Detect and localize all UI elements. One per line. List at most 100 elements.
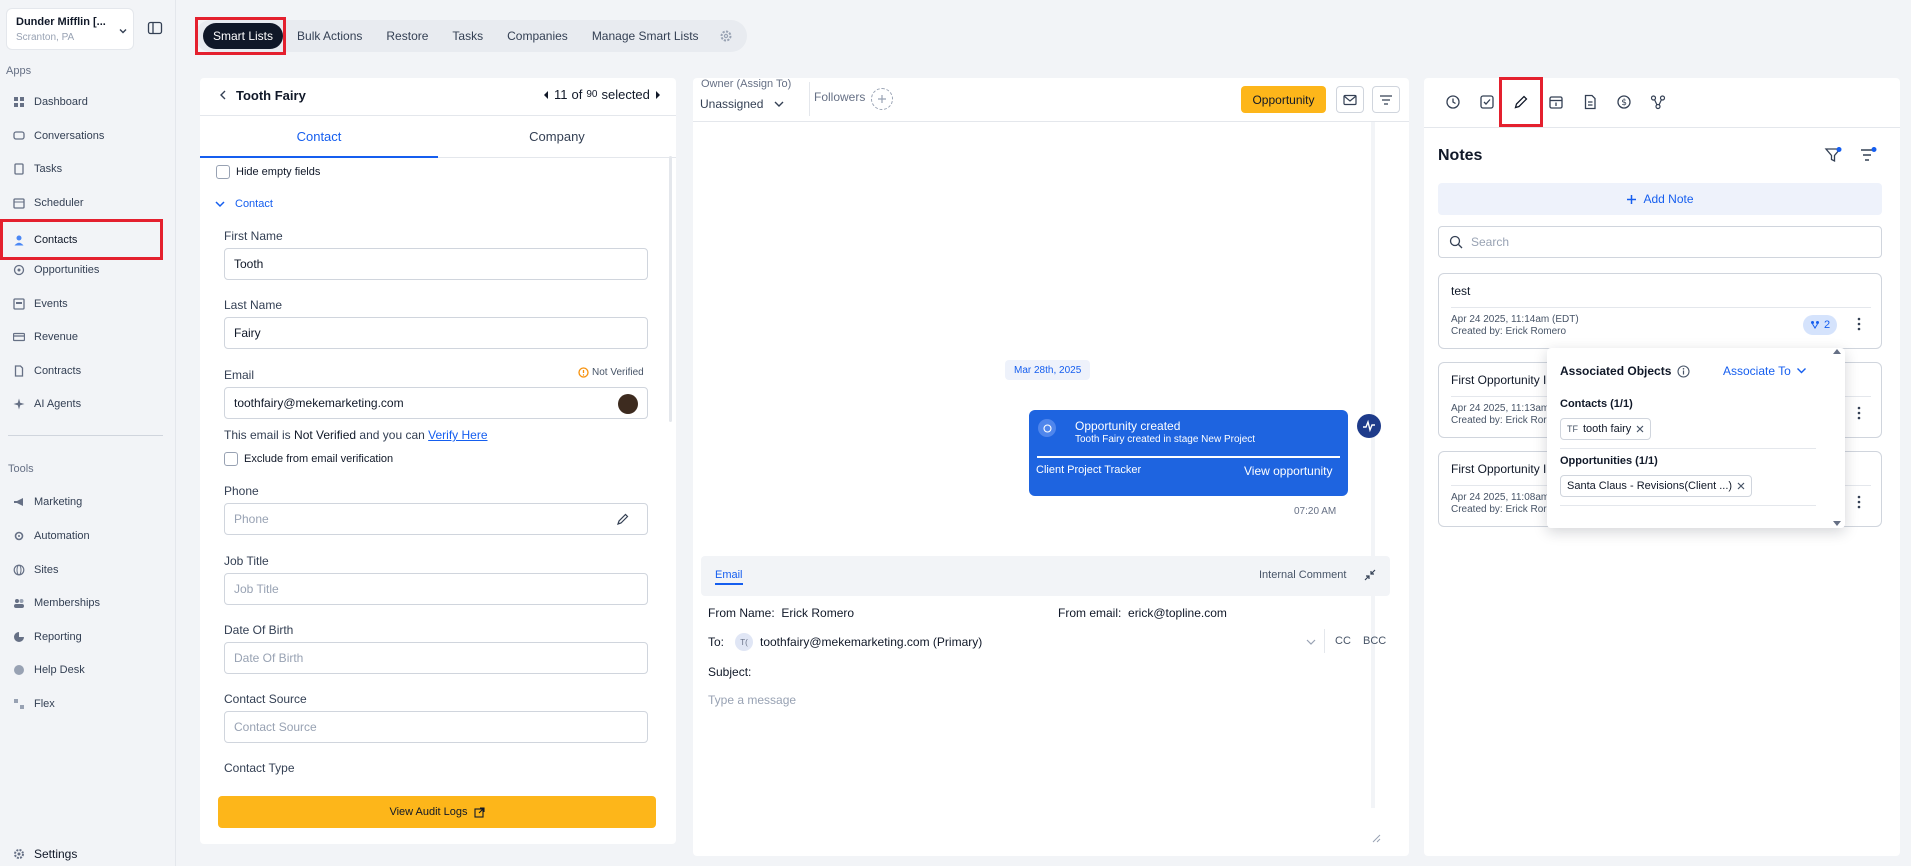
last-name-field[interactable]: Fairy bbox=[224, 317, 648, 349]
tab-smart-lists[interactable]: Smart Lists bbox=[203, 23, 284, 49]
scrollbar[interactable] bbox=[1371, 122, 1375, 808]
sidebar-item-tasks[interactable]: Tasks bbox=[6, 155, 156, 183]
email-value: toothfairy@mekemarketing.com bbox=[234, 396, 404, 410]
sidebar-collapse-icon[interactable] bbox=[147, 20, 163, 36]
sidebar-item-opportunities[interactable]: Opportunities bbox=[6, 256, 156, 284]
sidebar-item-memberships[interactable]: Memberships bbox=[6, 589, 156, 617]
tab-contact[interactable]: Contact bbox=[200, 116, 438, 158]
recipient-avatar: T( bbox=[735, 633, 753, 651]
scroll-up-arrow-icon[interactable] bbox=[1832, 348, 1842, 355]
sidebar-item-events[interactable]: Events bbox=[6, 290, 156, 318]
sidebar-item-sites[interactable]: Sites bbox=[6, 556, 156, 584]
notes-pencil-icon[interactable] bbox=[1499, 77, 1543, 127]
opportunity-chip-name: Santa Claus - Revisions(Client ...) bbox=[1567, 480, 1733, 492]
collapse-icon[interactable] bbox=[1364, 569, 1376, 581]
chevron-down-icon[interactable] bbox=[1306, 638, 1316, 646]
plus-icon bbox=[1626, 194, 1637, 205]
view-opportunity-link[interactable]: View opportunity bbox=[1244, 464, 1333, 478]
note-card[interactable]: test Apr 24 2025, 11:14am (EDT) Created … bbox=[1438, 273, 1882, 349]
sidebar-item-flex[interactable]: Flex bbox=[6, 690, 156, 718]
associations-badge[interactable]: 2 bbox=[1803, 315, 1838, 335]
add-follower-button[interactable] bbox=[871, 88, 893, 110]
chevron-down-icon[interactable] bbox=[214, 199, 226, 209]
remove-contact-icon[interactable] bbox=[1636, 425, 1644, 433]
view-audit-logs-button[interactable]: View Audit Logs bbox=[218, 796, 656, 828]
job-title-field[interactable]: Job Title bbox=[224, 573, 648, 605]
opportunity-activity-card: Opportunity created Tooth Fairy created … bbox=[1029, 410, 1348, 496]
payments-icon[interactable]: $ bbox=[1612, 90, 1636, 114]
event-icon bbox=[12, 297, 26, 311]
card-divider bbox=[1037, 456, 1340, 458]
next-record-icon[interactable] bbox=[654, 90, 662, 100]
sidebar-item-scheduler[interactable]: Scheduler bbox=[6, 189, 156, 217]
more-vertical-icon[interactable] bbox=[1857, 406, 1861, 420]
sidebar-item-help-desk[interactable]: Help Desk bbox=[6, 656, 156, 684]
sidebar-item-marketing[interactable]: Marketing bbox=[6, 488, 156, 516]
resize-handle-icon[interactable] bbox=[1372, 834, 1381, 843]
bcc-button[interactable]: BCC bbox=[1363, 635, 1386, 647]
filter-button[interactable] bbox=[1372, 86, 1400, 113]
sidebar-item-label: Conversations bbox=[34, 130, 105, 142]
task-check-icon[interactable] bbox=[1475, 90, 1499, 114]
sidebar-item-ai-agents[interactable]: AI Agents bbox=[6, 390, 156, 418]
sidebar-item-contacts[interactable]: Contacts bbox=[0, 219, 163, 260]
prev-record-icon[interactable] bbox=[542, 90, 550, 100]
remove-opportunity-icon[interactable] bbox=[1737, 482, 1745, 490]
sidebar-item-reporting[interactable]: Reporting bbox=[6, 623, 156, 651]
contact-chip: TF tooth fairy bbox=[1560, 418, 1652, 440]
email-label: Email bbox=[224, 368, 255, 382]
scrollbar[interactable] bbox=[669, 156, 672, 422]
owner-select[interactable]: Unassigned bbox=[700, 97, 785, 111]
filter-icon[interactable] bbox=[1824, 146, 1842, 164]
tab-company[interactable]: Company bbox=[438, 116, 676, 158]
association-icon bbox=[1810, 320, 1820, 330]
sidebar-item-label: Automation bbox=[34, 530, 90, 542]
scroll-down-arrow-icon[interactable] bbox=[1832, 520, 1842, 527]
tab-tasks[interactable]: Tasks bbox=[442, 23, 493, 49]
opportunity-button[interactable]: Opportunity bbox=[1241, 86, 1326, 113]
document-icon[interactable] bbox=[1578, 90, 1602, 114]
hide-empty-checkbox[interactable] bbox=[216, 165, 230, 179]
tab-email[interactable]: Email bbox=[715, 569, 743, 585]
account-switcher[interactable]: Dunder Mifflin [... Scranton, PA bbox=[6, 8, 134, 50]
message-input[interactable]: Type a message bbox=[708, 693, 796, 707]
to-recipient[interactable]: toothfairy@mekemarketing.com (Primary) bbox=[760, 635, 982, 649]
exclude-verification-checkbox[interactable] bbox=[224, 452, 238, 466]
sidebar-item-automation[interactable]: Automation bbox=[6, 522, 156, 550]
first-name-field[interactable]: Tooth bbox=[224, 248, 648, 280]
back-icon[interactable] bbox=[218, 89, 228, 101]
tab-restore[interactable]: Restore bbox=[376, 23, 438, 49]
calendar-icon[interactable] bbox=[1544, 90, 1568, 114]
more-vertical-icon[interactable] bbox=[1857, 317, 1861, 331]
mail-button[interactable] bbox=[1336, 86, 1364, 113]
settings-gear-icon[interactable] bbox=[713, 29, 739, 43]
sidebar-item-label: Flex bbox=[34, 698, 55, 710]
add-note-button[interactable]: Add Note bbox=[1438, 183, 1882, 215]
section-contact-label[interactable]: Contact bbox=[235, 198, 273, 210]
tab-companies[interactable]: Companies bbox=[497, 23, 578, 49]
sidebar-item-revenue[interactable]: Revenue bbox=[6, 323, 156, 351]
tab-internal-comment[interactable]: Internal Comment bbox=[1259, 569, 1346, 581]
notes-search-input[interactable]: Search bbox=[1438, 226, 1882, 258]
more-vertical-icon[interactable] bbox=[1857, 495, 1861, 509]
activity-history-icon[interactable] bbox=[1441, 90, 1465, 114]
sidebar-item-conversations[interactable]: Conversations bbox=[6, 122, 156, 150]
from-email-value: erick@topline.com bbox=[1128, 606, 1227, 620]
sidebar-item-settings[interactable]: Settings bbox=[6, 840, 156, 866]
tab-bulk-actions[interactable]: Bulk Actions bbox=[287, 23, 372, 49]
tab-manage-smart-lists[interactable]: Manage Smart Lists bbox=[582, 23, 709, 49]
dob-field[interactable]: Date Of Birth bbox=[224, 642, 648, 674]
sidebar-item-dashboard[interactable]: Dashboard bbox=[6, 88, 156, 116]
email-field[interactable]: toothfairy@mekemarketing.com bbox=[224, 387, 648, 419]
phone-placeholder: Phone bbox=[234, 512, 269, 526]
contact-source-field[interactable]: Contact Source bbox=[224, 711, 648, 743]
associate-to-dropdown[interactable]: Associate To bbox=[1723, 364, 1807, 378]
phone-field[interactable]: Phone bbox=[224, 503, 648, 535]
sidebar-item-contracts[interactable]: Contracts bbox=[6, 357, 156, 385]
workflow-icon[interactable] bbox=[1646, 90, 1670, 114]
verify-here-link[interactable]: Verify Here bbox=[428, 428, 487, 442]
cc-button[interactable]: CC bbox=[1335, 635, 1351, 647]
sort-icon[interactable] bbox=[1859, 146, 1877, 164]
warning-icon bbox=[578, 367, 589, 378]
edit-pencil-icon[interactable] bbox=[616, 512, 630, 526]
